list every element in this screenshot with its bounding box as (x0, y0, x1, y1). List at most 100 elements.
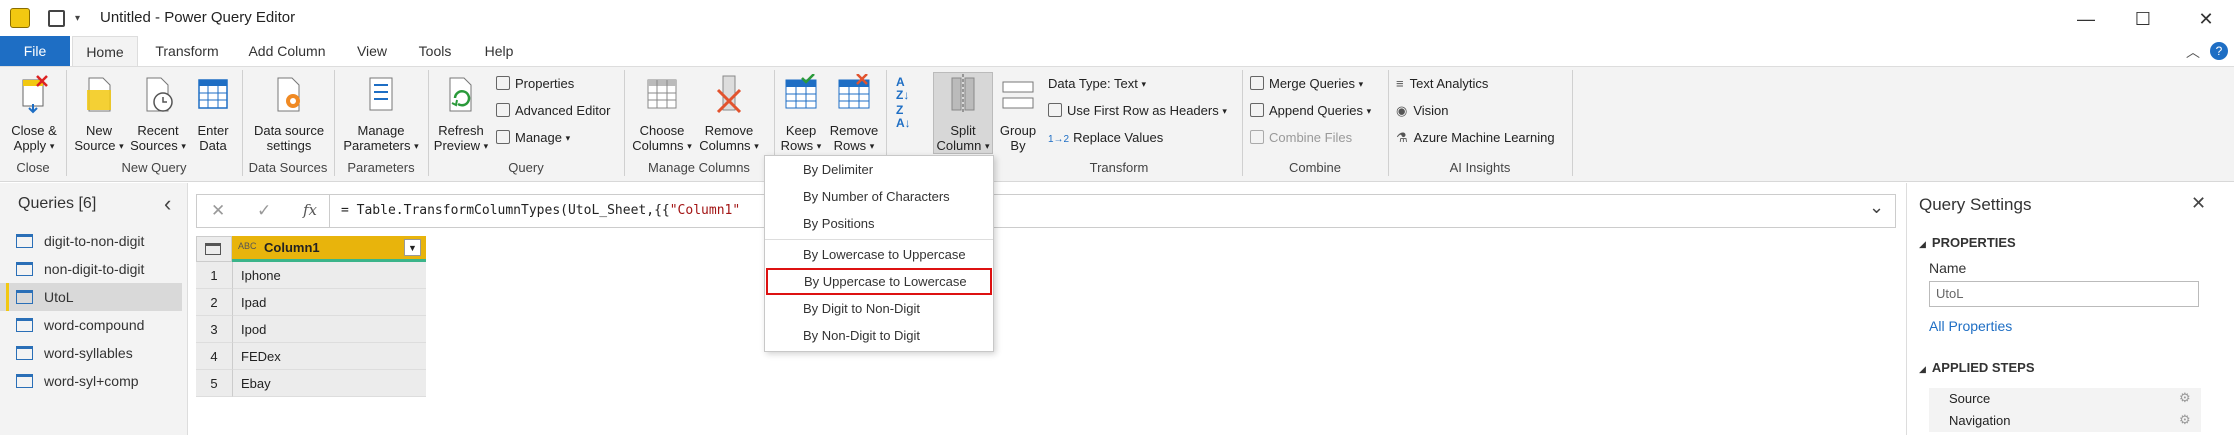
data-source-settings-button[interactable]: Data source settings (248, 74, 330, 153)
append-queries-icon (1250, 103, 1264, 117)
applied-step-navigation[interactable]: Navigation ⚙ (1929, 410, 2201, 432)
query-item-selected[interactable]: UtoL (0, 283, 182, 311)
replace-values-button[interactable]: 1→2 Replace Values (1048, 128, 1163, 148)
tab-view[interactable]: View (352, 36, 392, 66)
tab-add-column[interactable]: Add Column (244, 36, 330, 66)
close-settings-icon[interactable]: ✕ (2191, 193, 2206, 214)
properties-button[interactable]: Properties (496, 74, 574, 94)
group-by-button[interactable]: Group By (996, 74, 1040, 153)
combine-files-label: Combine Files (1269, 130, 1353, 145)
tab-file[interactable]: File (0, 36, 70, 66)
menu-item-uppercase-to-lowercase[interactable]: By Uppercase to Lowercase (766, 268, 992, 295)
recent-sources-button[interactable]: Recent Sources ▾ (128, 74, 188, 154)
menu-item-lowercase-to-uppercase[interactable]: By Lowercase to Uppercase (765, 241, 993, 268)
group-label-combine: Combine (1288, 160, 1342, 175)
menu-item-digit-to-non-digit[interactable]: By Digit to Non-Digit (765, 295, 993, 322)
append-queries-button[interactable]: Append Queries ▾ (1250, 101, 1371, 121)
tab-tools[interactable]: Tools (413, 36, 457, 66)
group-by-label-2: By (1010, 138, 1026, 153)
formula-bar[interactable]: ✕ ✓ fx = Table.TransformColumnTypes(UtoL… (196, 194, 1896, 228)
table-cell[interactable]: Ipod (232, 316, 426, 343)
query-item[interactable]: digit-to-non-digit (0, 227, 182, 255)
recent-sources-label-1: Recent (137, 123, 179, 138)
group-by-label-1: Group (999, 123, 1037, 138)
new-source-label-1: New (85, 123, 112, 138)
column-filter-dropdown-icon[interactable]: ▼ (404, 239, 421, 256)
quick-access-caret-icon[interactable]: ▾ (75, 13, 80, 24)
refresh-preview-button[interactable]: Refresh Preview ▾ (432, 74, 490, 154)
enter-data-button[interactable]: Enter Data (190, 74, 236, 153)
properties-icon (496, 76, 510, 90)
table-cell[interactable]: FEDex (232, 343, 426, 370)
save-icon[interactable] (48, 10, 65, 27)
step-settings-gear-icon[interactable]: ⚙ (2179, 412, 2191, 428)
manage-parameters-button[interactable]: Manage Parameters ▾ (338, 74, 424, 154)
query-name-input[interactable]: UtoL (1929, 281, 2199, 307)
collapse-ribbon-icon[interactable]: ︿ (2186, 42, 2200, 62)
power-bi-app-icon (10, 8, 30, 28)
tab-home[interactable]: Home (72, 36, 138, 66)
vision-button[interactable]: ◉ Vision (1396, 101, 1449, 121)
table-icon (16, 234, 33, 248)
row-number: 5 (196, 370, 232, 397)
collapse-queries-icon[interactable]: ‹ (164, 191, 171, 217)
remove-columns-button[interactable]: Remove Columns ▾ (696, 74, 762, 154)
table-cell[interactable]: Ebay (232, 370, 426, 397)
column1-header[interactable]: ABC Column1 ▼ (232, 236, 426, 262)
merge-queries-icon (1250, 76, 1264, 90)
table-menu-icon[interactable] (196, 236, 232, 262)
tab-transform[interactable]: Transform (152, 36, 222, 66)
menu-bar (0, 36, 2234, 66)
tab-help[interactable]: Help (479, 36, 519, 66)
merge-queries-button[interactable]: Merge Queries ▾ (1250, 74, 1363, 94)
choose-columns-button[interactable]: Choose Columns ▾ (630, 74, 694, 154)
cancel-formula-icon[interactable]: ✕ (211, 201, 225, 221)
use-first-row-headers-button[interactable]: Use First Row as Headers ▾ (1048, 101, 1227, 121)
menu-item-non-digit-to-digit[interactable]: By Non-Digit to Digit (765, 322, 993, 349)
text-analytics-button[interactable]: ≡ Text Analytics (1396, 74, 1488, 94)
commit-formula-icon[interactable]: ✓ (257, 201, 271, 221)
help-icon[interactable]: ? (2210, 42, 2228, 60)
properties-section-header[interactable]: ◢ PROPERTIES (1919, 235, 2016, 250)
minimize-button[interactable]: — (2066, 6, 2106, 32)
table-cell[interactable]: Iphone (232, 262, 426, 289)
query-item[interactable]: non-digit-to-digit (0, 255, 182, 283)
new-source-label-2: Source ▾ (74, 138, 124, 153)
formula-text[interactable]: = Table.TransformColumnTypes(UtoL_Sheet,… (341, 203, 740, 218)
text-type-icon[interactable]: ABC (238, 241, 257, 251)
split-column-label-2-text: Column (936, 138, 982, 153)
applied-step-source[interactable]: Source ⚙ (1929, 388, 2201, 410)
menu-item-by-delimiter[interactable]: By Delimiter (765, 156, 993, 183)
properties-label: Properties (515, 76, 575, 91)
maximize-button[interactable]: ☐ (2123, 6, 2163, 32)
applied-steps-header[interactable]: ◢ APPLIED STEPS (1919, 360, 2035, 375)
menu-item-by-positions[interactable]: By Positions (765, 210, 993, 237)
expand-formula-icon[interactable]: ⌄ (1869, 197, 1884, 218)
manage-label: Manage (515, 130, 562, 145)
combine-files-button[interactable]: Combine Files (1250, 128, 1352, 148)
all-properties-link[interactable]: All Properties (1929, 318, 2012, 334)
query-item[interactable]: word-syl+comp (0, 367, 182, 395)
query-item[interactable]: word-syllables (0, 339, 182, 367)
table-cell[interactable]: Ipad (232, 289, 426, 316)
split-column-button[interactable]: Split Column ▾ (934, 74, 992, 154)
menu-item-by-number-of-characters[interactable]: By Number of Characters (765, 183, 993, 210)
keep-rows-button[interactable]: Keep Rows ▾ (778, 73, 824, 154)
group-label-new-query: New Query (121, 160, 187, 175)
fx-icon[interactable]: fx (303, 201, 317, 219)
manage-button[interactable]: Manage ▾ (496, 128, 570, 148)
sort-descending-icon[interactable]: Z A↓ (896, 104, 911, 130)
enter-data-icon (198, 79, 228, 109)
data-type-dropdown[interactable]: Data Type: Text ▾ (1048, 74, 1146, 94)
sort-ascending-icon[interactable]: A Z↓ (896, 76, 909, 102)
remove-rows-icon (838, 73, 870, 109)
close-apply-button[interactable]: Close & Apply ▾ (6, 74, 62, 154)
new-source-button[interactable]: New Source ▾ (72, 74, 126, 154)
query-item[interactable]: word-compound (0, 311, 182, 339)
advanced-editor-button[interactable]: Advanced Editor (496, 101, 610, 121)
split-column-icon (951, 74, 975, 114)
azure-ml-button[interactable]: ⚗ Azure Machine Learning (1396, 128, 1555, 148)
step-settings-gear-icon[interactable]: ⚙ (2179, 390, 2191, 406)
remove-rows-button[interactable]: Remove Rows ▾ (828, 73, 880, 154)
close-window-button[interactable]: ✕ (2186, 6, 2226, 32)
